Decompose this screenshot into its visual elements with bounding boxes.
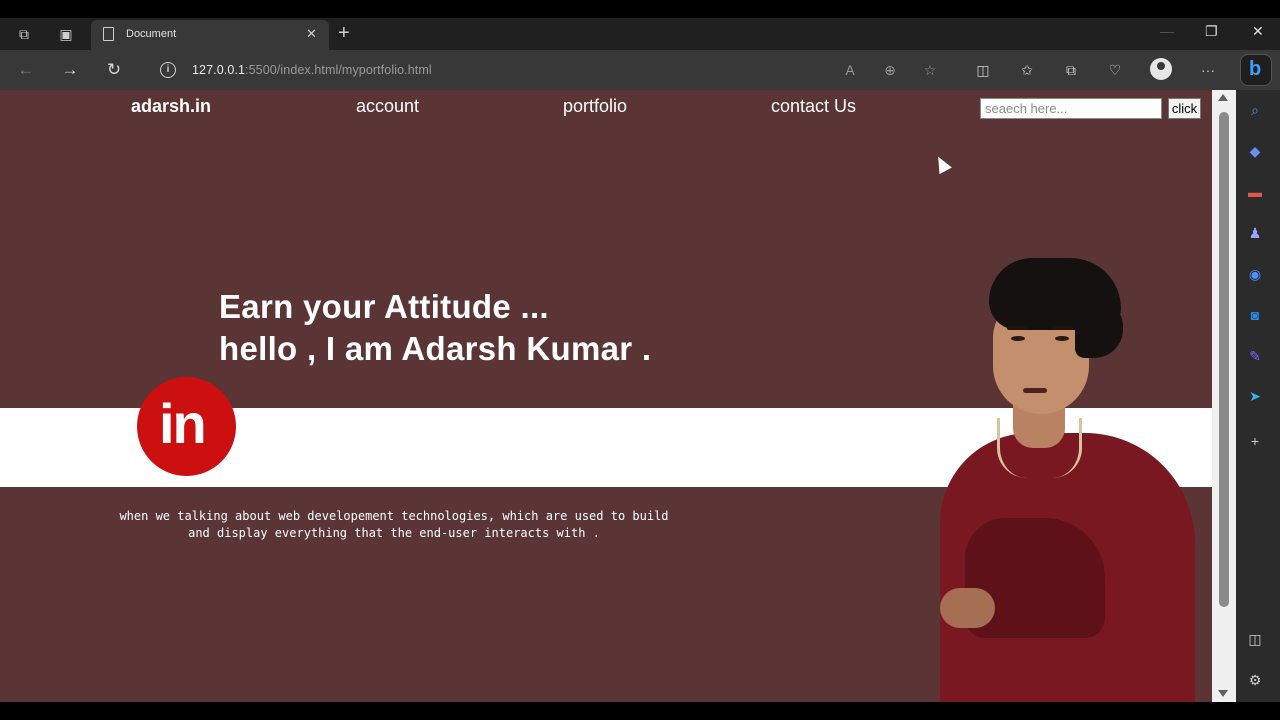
add-icon[interactable]: + [1245,431,1265,451]
screen-bottom-bar [0,702,1280,720]
more-icon[interactable]: ··· [1197,59,1219,81]
split-screen-icon[interactable]: ◫ [972,59,994,81]
search-input[interactable] [980,98,1162,119]
telegram-icon[interactable]: ➤ [1245,386,1265,406]
tab-strip: ⧉ ▣ Document ✕ + — ❐ ✕ [0,18,1280,50]
search-icon[interactable]: ⌕ [1245,100,1265,120]
scroll-down-icon[interactable] [1218,690,1228,697]
hero-line-1: Earn your Attitude ... [219,288,549,325]
forward-arrow-icon[interactable]: → [59,59,81,81]
restore-icon[interactable]: ❐ [1205,23,1218,40]
hero-line-2: hello , I am Adarsh Kumar . [219,330,652,367]
settings-icon[interactable]: ⚙ [1245,670,1265,690]
profile-icon[interactable] [1150,58,1172,80]
page-viewport: adarsh.in account portfolio contact Us c… [0,90,1236,702]
nav-contact-link[interactable]: contact Us [771,96,856,117]
tools-icon[interactable]: ▬ [1245,182,1265,202]
url-path: :5500/index.html/myportfolio.html [245,63,432,77]
url-host: 127.0.0.1 [192,63,246,77]
document-icon [103,27,114,41]
collections-icon[interactable]: ⧉ [1060,59,1082,81]
zoom-icon[interactable]: ⊕ [879,59,901,81]
sidebar-toggle-icon[interactable]: ◫ [1245,629,1265,649]
window-close-icon[interactable]: ✕ [1252,23,1264,40]
workspaces-icon[interactable]: ⧉ [15,25,33,43]
scroll-up-icon[interactable] [1218,94,1228,101]
bing-icon[interactable]: b [1240,54,1272,86]
star-icon[interactable]: ☆ [919,59,941,81]
scroll-thumb[interactable] [1219,112,1229,607]
brand-logo[interactable]: adarsh.in [131,96,211,117]
read-aloud-icon[interactable]: A [839,59,861,81]
vertical-scrollbar[interactable] [1212,90,1236,702]
performance-icon[interactable]: ♡ [1104,59,1126,81]
screen-top-bar [0,0,1280,18]
games-icon[interactable]: ♟ [1245,223,1265,243]
tab-actions-icon[interactable]: ▣ [57,25,75,43]
shopping-icon[interactable]: ◆ [1245,141,1265,161]
search-button[interactable]: click [1168,98,1201,119]
linkedin-text: in [159,392,207,455]
new-tab-icon[interactable]: + [338,22,350,45]
linkedin-icon[interactable]: in [137,377,236,476]
site-info-icon[interactable]: i [160,62,176,78]
tab-title: Document [126,28,177,40]
portfolio-page: adarsh.in account portfolio contact Us c… [0,90,1212,702]
description-text: when we talking about web developement t… [119,509,669,540]
url-text[interactable]: 127.0.0.1:5500/index.html/myportfolio.ht… [192,63,432,77]
nav-portfolio-link[interactable]: portfolio [563,96,627,117]
profile-photo [935,258,1200,702]
back-arrow-icon[interactable]: ← [15,59,37,81]
refresh-icon[interactable]: ↻ [103,59,125,81]
minimize-icon[interactable]: — [1160,23,1174,39]
drop-icon[interactable]: ✎ [1245,346,1265,366]
hero-headline: Earn your Attitude ... hello , I am Adar… [219,286,651,370]
favorites-icon[interactable]: ✩ [1016,59,1038,81]
outlook-icon[interactable]: ◙ [1245,305,1265,325]
tab-close-icon[interactable]: ✕ [306,26,317,42]
office-icon[interactable]: ◉ [1245,264,1265,284]
tab-document[interactable]: Document ✕ [91,20,329,50]
address-toolbar: ← → ↻ i 127.0.0.1:5500/index.html/myport… [0,50,1280,90]
nav-account-link[interactable]: account [356,96,419,117]
